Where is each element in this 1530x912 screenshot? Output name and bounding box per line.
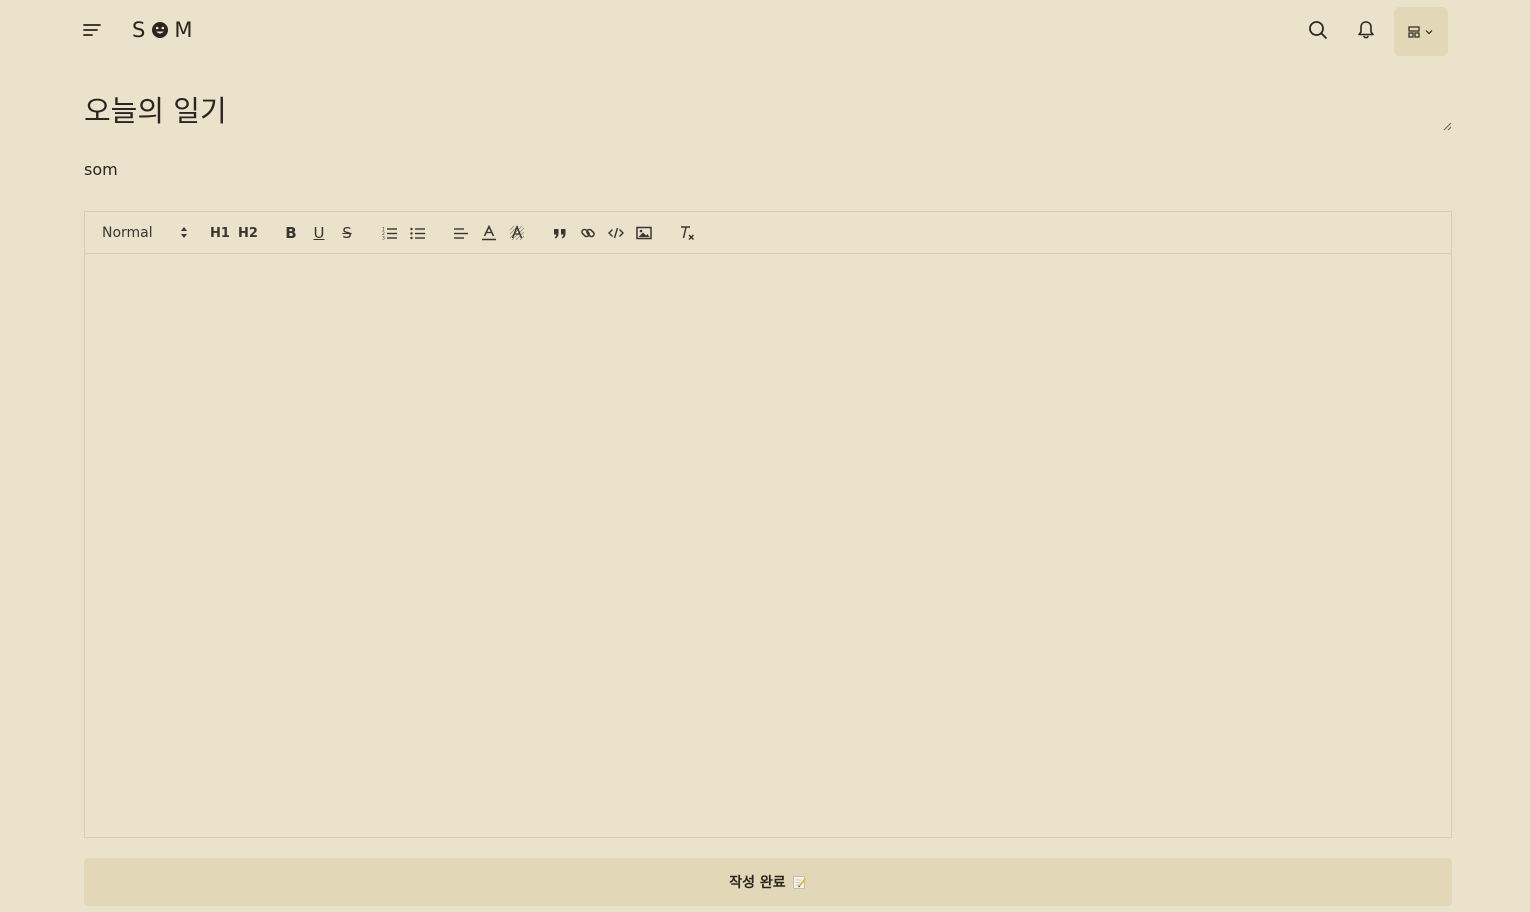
search-icon bbox=[1309, 21, 1327, 39]
search-button[interactable] bbox=[1306, 18, 1330, 42]
text-color-icon bbox=[482, 225, 496, 241]
underline-button[interactable]: U bbox=[307, 221, 331, 245]
editor-content-area[interactable] bbox=[85, 254, 1451, 837]
blockquote-button[interactable] bbox=[548, 221, 572, 245]
submit-label: 작성 완료 bbox=[729, 875, 786, 891]
code-icon bbox=[608, 227, 624, 239]
smiley-face-icon bbox=[151, 21, 169, 39]
heading1-button[interactable]: H1 bbox=[208, 221, 232, 245]
clear-format-icon bbox=[681, 226, 695, 241]
ordered-list-button[interactable]: 1 2 3 bbox=[378, 221, 402, 245]
code-button[interactable] bbox=[604, 221, 628, 245]
quote-icon bbox=[554, 229, 566, 239]
rich-text-editor: Normal H1 H2 B U S 1 2 3 bbox=[84, 211, 1452, 838]
bullet-list-button[interactable] bbox=[406, 221, 430, 245]
author-name: som bbox=[84, 160, 118, 179]
chevron-down-icon bbox=[1425, 29, 1433, 34]
layout-toggle-button[interactable] bbox=[1394, 7, 1448, 56]
heading2-button[interactable]: H2 bbox=[236, 221, 260, 245]
editor-toolbar: Normal H1 H2 B U S 1 2 3 bbox=[85, 212, 1451, 254]
select-arrows-icon bbox=[181, 227, 187, 238]
layout-grid-icon bbox=[1408, 25, 1420, 38]
strike-label: S bbox=[342, 224, 352, 242]
text-color-button[interactable] bbox=[477, 221, 501, 245]
text-size-label: Normal bbox=[102, 225, 153, 241]
align-left-icon bbox=[454, 228, 468, 239]
heading2-label: H2 bbox=[238, 225, 258, 241]
background-color-icon bbox=[509, 225, 525, 241]
menu-lines-icon bbox=[83, 24, 101, 36]
underline-label: U bbox=[313, 224, 325, 242]
menu-button[interactable] bbox=[80, 18, 104, 42]
strike-button[interactable]: S bbox=[335, 221, 359, 245]
text-size-select[interactable]: Normal bbox=[102, 221, 188, 245]
notification-button[interactable] bbox=[1354, 18, 1378, 42]
bullet-list-icon bbox=[410, 227, 425, 240]
heading1-label: H1 bbox=[210, 225, 230, 241]
image-icon bbox=[636, 226, 652, 240]
background-color-button[interactable] bbox=[505, 221, 529, 245]
logo-letter-right: M bbox=[174, 18, 194, 42]
bell-icon bbox=[1358, 21, 1374, 39]
link-icon bbox=[581, 228, 595, 238]
align-button[interactable] bbox=[449, 221, 473, 245]
resize-handle-icon[interactable] bbox=[1442, 121, 1452, 131]
memo-icon bbox=[792, 875, 806, 889]
title-input[interactable] bbox=[84, 88, 1452, 132]
clear-format-button[interactable] bbox=[675, 221, 699, 245]
image-button[interactable] bbox=[632, 221, 656, 245]
bold-button[interactable]: B bbox=[279, 221, 303, 245]
svg-text:3: 3 bbox=[382, 236, 385, 241]
ordered-list-icon: 1 2 3 bbox=[382, 227, 397, 241]
link-button[interactable] bbox=[576, 221, 600, 245]
bold-label: B bbox=[285, 224, 297, 242]
logo-letter-left: S bbox=[132, 18, 147, 42]
top-nav: S M bbox=[0, 0, 1530, 62]
logo[interactable]: S M bbox=[132, 16, 193, 44]
submit-button[interactable]: 작성 완료 bbox=[84, 858, 1452, 906]
